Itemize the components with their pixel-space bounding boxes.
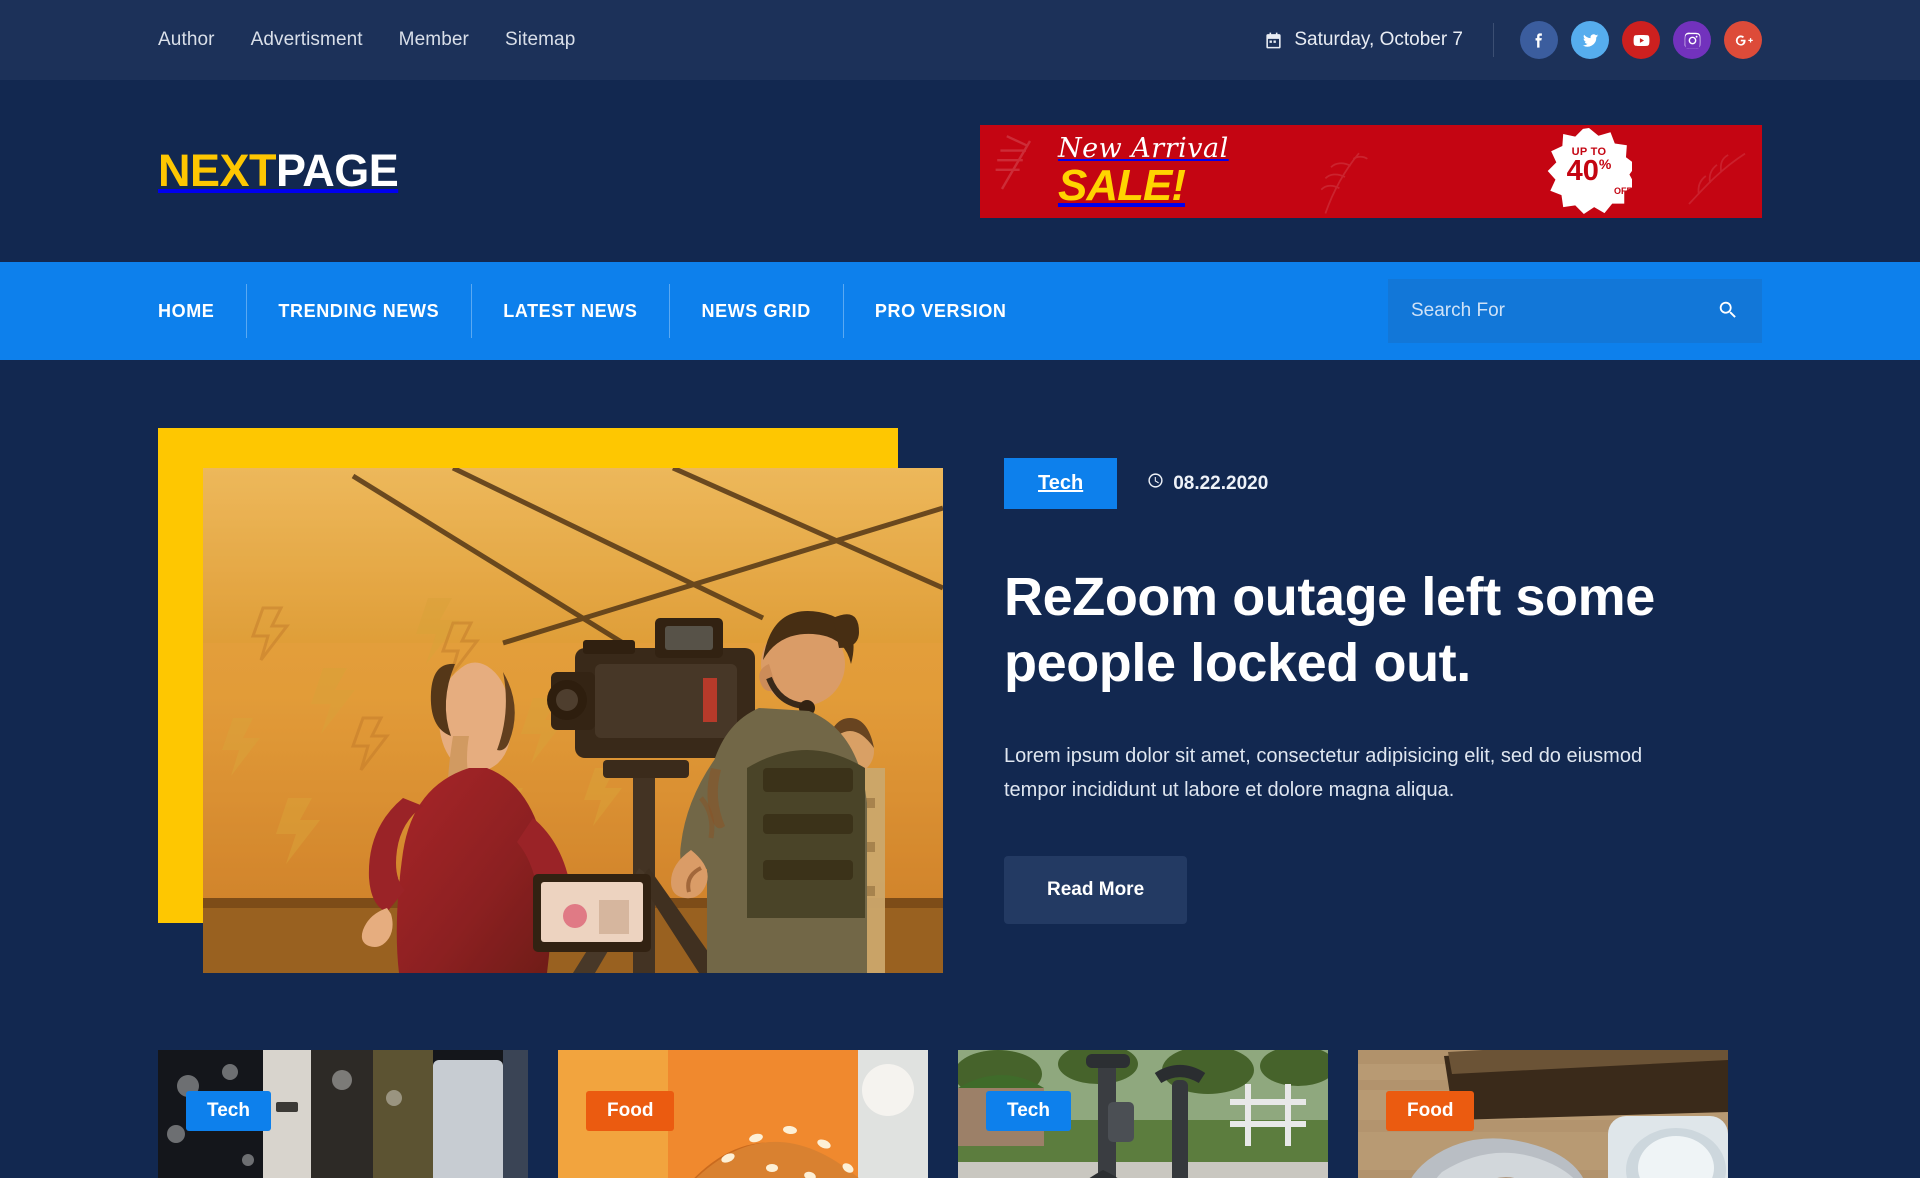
facebook-icon[interactable] (1520, 21, 1558, 59)
youtube-icon[interactable] (1622, 21, 1660, 59)
banner-script-text: New Arrival (1058, 135, 1229, 162)
nav-item-trending-news[interactable]: TRENDING NEWS (246, 262, 471, 360)
nav-item-latest-news[interactable]: LATEST NEWS (471, 262, 669, 360)
article-card[interactable]: Tech (158, 1050, 528, 1178)
hero-photo-illustration (203, 468, 943, 973)
hero-date-text: 08.22.2020 (1173, 473, 1268, 495)
nav-item-list: HOME TRENDING NEWS LATEST NEWS NEWS GRID… (158, 262, 1039, 360)
twitter-icon[interactable] (1571, 21, 1609, 59)
article-card[interactable]: Food (558, 1050, 928, 1178)
search-box[interactable] (1388, 279, 1762, 343)
advertisement-banner[interactable]: New Arrival SALE! UP TO 40% OFF (980, 125, 1762, 218)
search-input[interactable] (1411, 300, 1717, 322)
article-card[interactable]: Food (1358, 1050, 1728, 1178)
leaf-decoration-icon (1682, 141, 1752, 211)
card-category-badge[interactable]: Food (586, 1091, 674, 1131)
leaf-decoration-icon (1310, 149, 1380, 218)
banner-sale-text: SALE! (1058, 164, 1229, 208)
hero-media (158, 428, 960, 988)
top-bar-links: Author Advertisment Member Sitemap (158, 29, 575, 51)
top-link-member[interactable]: Member (399, 29, 469, 51)
article-card[interactable]: Tech (958, 1050, 1328, 1178)
hero-title[interactable]: ReZoom outage left some people locked ou… (1004, 564, 1744, 697)
divider (1493, 23, 1494, 57)
logo-next: NEXT (158, 145, 276, 196)
discount-badge: UP TO 40% OFF (1546, 128, 1632, 214)
hero-text: Tech 08.22.2020 ReZoom outage left some … (960, 428, 1762, 988)
hero-meta: Tech 08.22.2020 (1004, 458, 1762, 509)
hero-image[interactable] (203, 468, 943, 973)
read-more-button[interactable]: Read More (1004, 856, 1187, 924)
top-link-sitemap[interactable]: Sitemap (505, 29, 575, 51)
card-category-badge[interactable]: Food (1386, 1091, 1474, 1131)
nav-item-pro-version[interactable]: PRO VERSION (843, 262, 1039, 360)
nav-item-news-grid[interactable]: NEWS GRID (669, 262, 842, 360)
calendar-icon (1264, 31, 1283, 50)
card-category-badge[interactable]: Tech (986, 1091, 1071, 1131)
banner-text: New Arrival SALE! (1058, 135, 1229, 208)
badge-number: 40 (1567, 158, 1599, 186)
top-bar: Author Advertisment Member Sitemap Satur… (0, 0, 1920, 80)
top-link-author[interactable]: Author (158, 29, 215, 51)
social-links (1520, 21, 1762, 59)
hero-category-badge[interactable]: Tech (1004, 458, 1117, 509)
top-bar-right: Saturday, October 7 (1264, 21, 1762, 59)
leaf-decoration-icon (986, 133, 1066, 213)
search-icon (1717, 299, 1739, 324)
badge-percent: % (1599, 158, 1611, 171)
clock-icon (1147, 472, 1164, 495)
hero-date: 08.22.2020 (1147, 472, 1268, 495)
hero-section: Tech 08.22.2020 ReZoom outage left some … (0, 360, 1920, 988)
badge-off-label: OFF (1614, 186, 1632, 196)
top-link-advertisment[interactable]: Advertisment (251, 29, 363, 51)
hero-description: Lorem ipsum dolor sit amet, consectetur … (1004, 739, 1684, 808)
site-logo[interactable]: NEXTPAGE (158, 145, 398, 197)
googleplus-icon[interactable] (1724, 21, 1762, 59)
site-header: NEXTPAGE New Arrival SALE! UP TO (0, 80, 1920, 262)
logo-page: PAGE (276, 145, 398, 196)
current-date: Saturday, October 7 (1264, 29, 1463, 51)
card-category-badge[interactable]: Tech (186, 1091, 271, 1131)
search-button[interactable] (1717, 299, 1739, 324)
date-text: Saturday, October 7 (1294, 29, 1463, 51)
nav-item-home[interactable]: HOME (158, 262, 246, 360)
instagram-icon[interactable] (1673, 21, 1711, 59)
article-card-list: Tech (0, 988, 1920, 1178)
main-navigation: HOME TRENDING NEWS LATEST NEWS NEWS GRID… (0, 262, 1920, 360)
